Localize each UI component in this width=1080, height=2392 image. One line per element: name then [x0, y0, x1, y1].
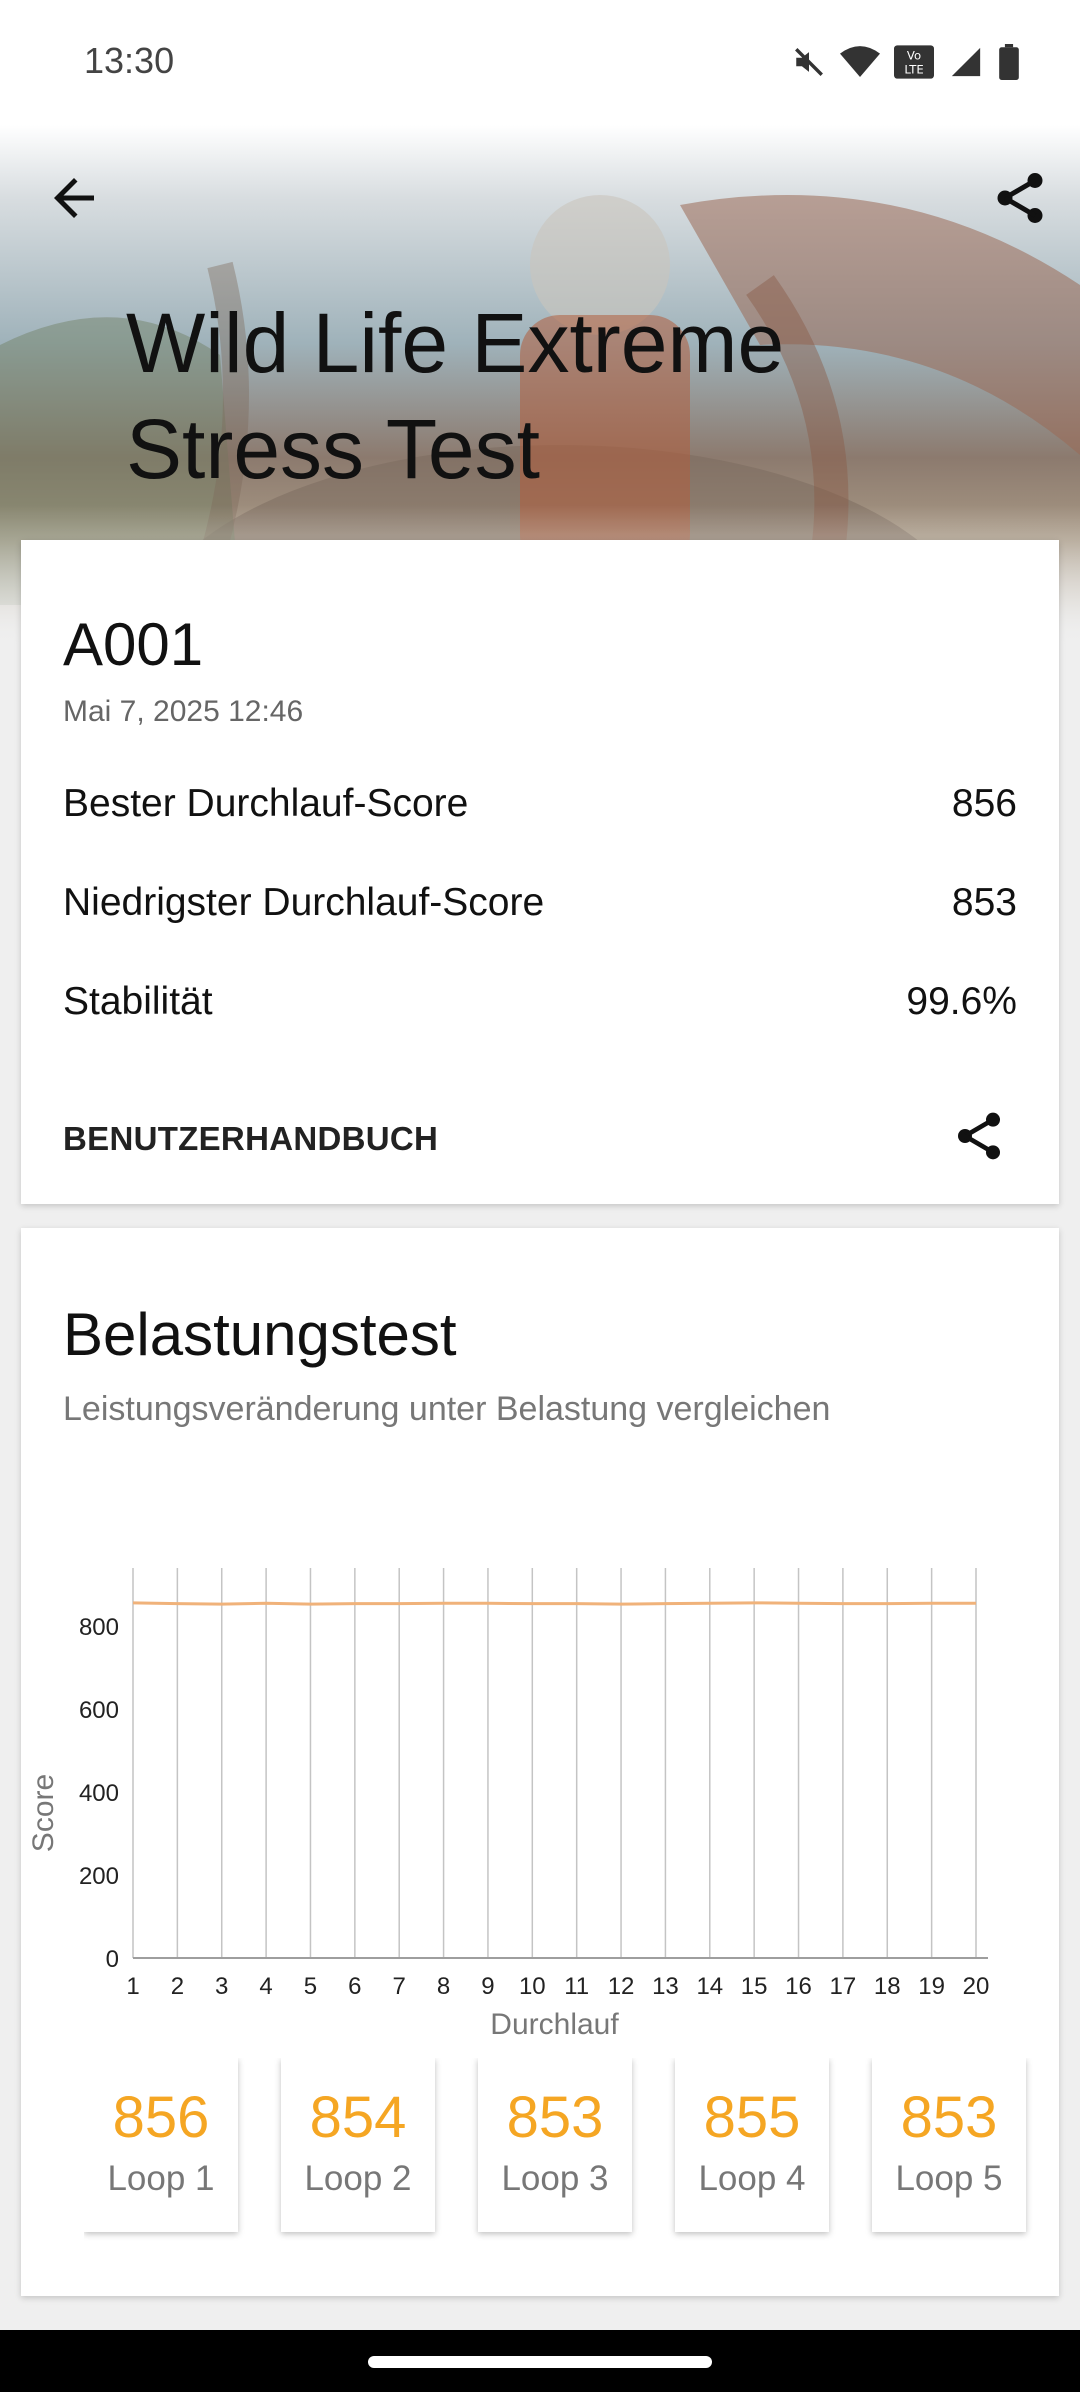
x-tick-label: 11	[564, 1973, 589, 2000]
x-tick-label: 16	[785, 1973, 812, 2000]
loop-score: 855	[703, 2085, 801, 2150]
battery-icon	[999, 44, 1019, 80]
section-subtitle: Leistungsveränderung unter Belastung ver…	[63, 1390, 831, 1428]
x-tick-label: 9	[481, 1973, 494, 2000]
x-tick-label: 12	[608, 1973, 635, 2000]
stat-label: Niedrigster Durchlauf-Score	[63, 881, 545, 924]
stat-value: 856	[951, 782, 1017, 825]
x-tick-label: 8	[437, 1973, 450, 2000]
device-name: A001	[63, 611, 204, 678]
loop-score: 856	[112, 2085, 210, 2150]
stat-label: Stabilität	[63, 980, 213, 1023]
home-indicator[interactable]	[368, 2356, 712, 2368]
stat-label: Bester Durchlauf-Score	[63, 782, 469, 825]
user-manual-link[interactable]: BENUTZERHANDBUCH	[63, 1120, 438, 1158]
x-tick-label: 7	[393, 1973, 406, 2000]
svg-text:LTE: LTE	[904, 63, 923, 77]
stress-chart: 0200400600800 1 2 3 4 5 6 7 8 9 10 11 12 13 14 15 16 17 1…	[27, 1568, 990, 2041]
loop-label: Loop 4	[698, 2159, 806, 2198]
x-tick-label: 20	[963, 1973, 990, 2000]
stat-value: 853	[951, 881, 1017, 924]
share-icon[interactable]	[951, 1108, 1007, 1164]
x-tick-label: 5	[304, 1973, 317, 2000]
mute-icon	[795, 48, 823, 76]
x-tick-label: 19	[918, 1973, 945, 2000]
loop-card[interactable]: 855 Loop 4	[675, 2058, 829, 2232]
loop-label: Loop 3	[501, 2159, 609, 2198]
x-tick-label: 15	[741, 1973, 768, 2000]
loop-label: Loop 2	[304, 2159, 412, 2198]
run-date: Mai 7, 2025 12:46	[63, 695, 304, 728]
stat-row-lowest: Niedrigster Durchlauf-Score 853	[63, 873, 1017, 933]
loop-score: 853	[506, 2085, 604, 2150]
x-tick-label: 1	[126, 1973, 139, 2000]
loop-score: 854	[309, 2085, 407, 2150]
y-tick-label: 400	[79, 1780, 119, 1807]
loop-score: 853	[900, 2085, 998, 2150]
volte-icon: Vo LTE	[894, 45, 934, 79]
back-arrow-icon[interactable]	[44, 168, 104, 228]
score-series-line	[132, 1601, 976, 1606]
x-tick-label: 18	[874, 1973, 901, 2000]
y-axis-title: Score	[27, 1774, 60, 1852]
y-tick-label: 600	[79, 1697, 119, 1724]
section-title: Belastungstest	[63, 1301, 457, 1368]
x-tick-label: 14	[696, 1973, 723, 2000]
loop-card[interactable]: 853 Loop 5	[872, 2058, 1026, 2232]
loop-label: Loop 1	[107, 2159, 215, 2198]
x-tick-label: 3	[215, 1973, 228, 2000]
loop-label: Loop 5	[895, 2159, 1003, 2198]
x-tick-label: 2	[171, 1973, 184, 2000]
y-tick-label: 800	[79, 1614, 119, 1641]
stat-row-stability: Stabilität 99.6%	[63, 972, 1017, 1032]
stat-value: 99.6%	[906, 980, 1017, 1023]
share-icon[interactable]	[990, 168, 1050, 228]
x-tick-label: 17	[830, 1973, 857, 2000]
loop-card[interactable]: 853 Loop 3	[478, 2058, 632, 2232]
x-tick-label: 4	[259, 1973, 272, 2000]
y-tick-label: 200	[79, 1863, 119, 1890]
wifi-icon	[840, 46, 880, 77]
loop-score-list[interactable]: 856 Loop 1 854 Loop 2 853 Loop 3 855 Loo…	[84, 2058, 1039, 2248]
y-tick-label: 0	[106, 1946, 119, 1973]
stress-test-card: Belastungstest Leistungsveränderung unte…	[21, 1228, 1059, 2296]
page-title: Wild Life Extreme Stress Test	[126, 296, 785, 496]
stat-row-best: Bester Durchlauf-Score 856	[63, 774, 1017, 834]
signal-icon	[951, 47, 981, 77]
loop-card[interactable]: 854 Loop 2	[281, 2058, 435, 2232]
status-bar: 13:30 Vo LTE	[0, 0, 1080, 125]
x-tick-label: 10	[519, 1973, 546, 2000]
status-icons: Vo LTE	[792, 40, 1020, 84]
result-card: A001 Mai 7, 2025 12:46 Bester Durchlauf-…	[21, 540, 1059, 1204]
svg-text:Vo: Vo	[907, 49, 921, 63]
status-time: 13:30	[84, 40, 175, 81]
x-tick-label: 6	[348, 1973, 361, 2000]
loop-card[interactable]: 856 Loop 1	[84, 2058, 238, 2232]
navigation-bar	[0, 2330, 1080, 2392]
x-axis-title: Durchlauf	[490, 2008, 619, 2041]
x-tick-label: 13	[652, 1973, 679, 2000]
